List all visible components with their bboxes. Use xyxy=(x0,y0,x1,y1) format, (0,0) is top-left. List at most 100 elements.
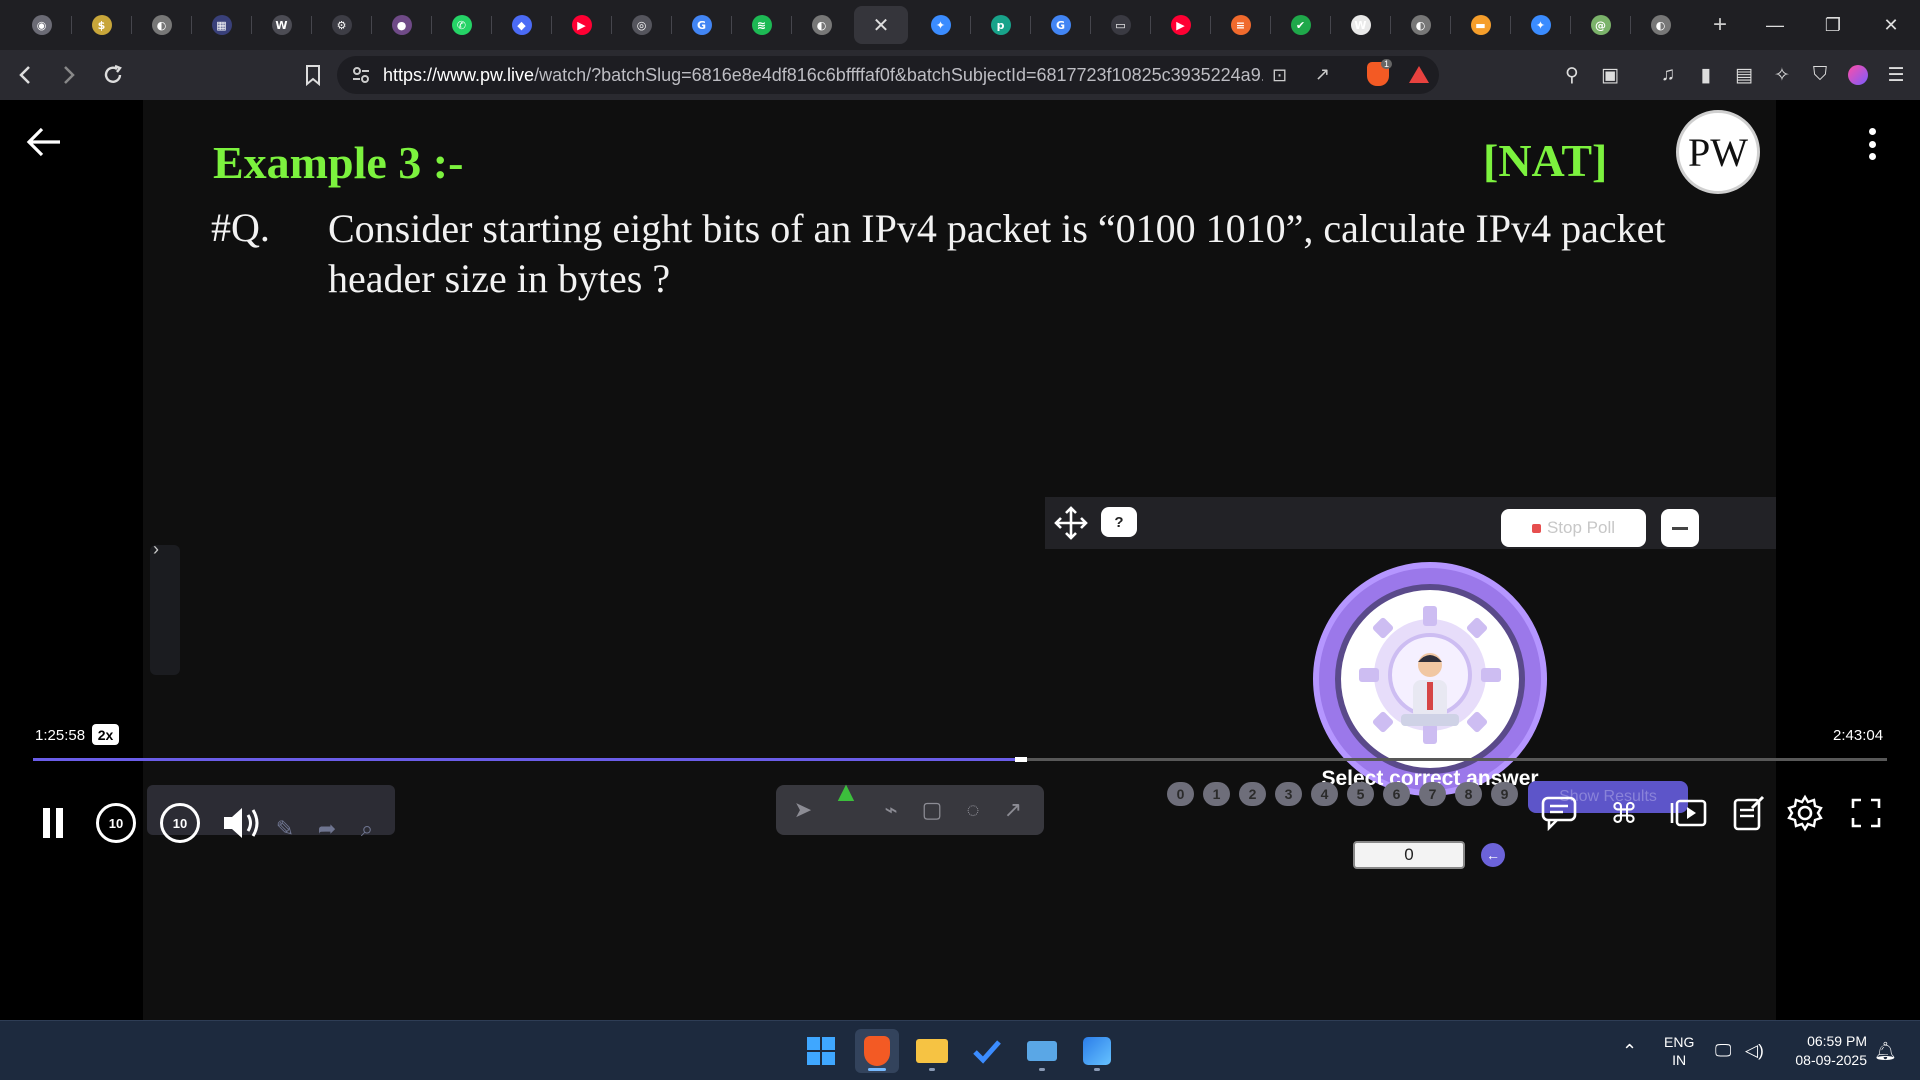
media-icon[interactable]: ♫ xyxy=(1654,58,1682,92)
keyboard-app-icon[interactable] xyxy=(1020,1029,1064,1073)
bookmark-icon[interactable] xyxy=(294,56,332,94)
browser-tab[interactable]: ◐ xyxy=(792,6,851,44)
translate-icon[interactable]: ⌘ xyxy=(1603,792,1645,834)
volume-icon[interactable] xyxy=(220,800,264,846)
clock[interactable]: 06:59 PM 08-09-2025 xyxy=(1783,1021,1867,1080)
notes-icon[interactable] xyxy=(1728,792,1770,834)
picture-in-picture-icon[interactable] xyxy=(1668,792,1710,834)
minimize-poll-button[interactable] xyxy=(1661,509,1699,547)
digit-key[interactable]: 2 xyxy=(1239,782,1266,806)
pause-button[interactable] xyxy=(38,800,68,846)
browser-tab[interactable]: ● xyxy=(372,6,431,44)
start-button[interactable] xyxy=(799,1029,843,1073)
active-tab[interactable]: ✕ xyxy=(854,6,908,44)
browser-tab[interactable]: p xyxy=(971,6,1030,44)
share-icon[interactable]: ↗ xyxy=(1315,64,1330,85)
browser-tab[interactable]: ✦ xyxy=(911,6,970,44)
back-button[interactable] xyxy=(6,56,44,94)
vpn-icon[interactable]: ⛉ xyxy=(1806,58,1834,92)
browser-tab[interactable]: ✆ xyxy=(432,6,491,44)
language-indicator[interactable]: ENG IN xyxy=(1664,1021,1694,1080)
move-icon[interactable] xyxy=(1053,505,1089,541)
stop-poll-button[interactable]: Stop Poll xyxy=(1501,509,1646,547)
sidebar-icon[interactable]: ▮ xyxy=(1692,58,1720,92)
speaker-icon[interactable]: ◁) xyxy=(1745,1021,1764,1080)
browser-tab[interactable]: G xyxy=(1031,6,1090,44)
show-hidden-icons[interactable]: ⌃ xyxy=(1622,1021,1637,1080)
cast-icon[interactable]: ⊡ xyxy=(1272,65,1287,86)
video-player[interactable]: Example 3 :- [NAT] PW #Q. Consider start… xyxy=(0,100,1920,1020)
file-explorer-icon[interactable] xyxy=(910,1029,954,1073)
browser-tab[interactable]: ≋ xyxy=(732,6,791,44)
digit-key[interactable]: 4 xyxy=(1311,782,1338,806)
digit-key[interactable]: 3 xyxy=(1275,782,1302,806)
help-bubble[interactable]: ? xyxy=(1101,507,1137,537)
more-options-icon[interactable] xyxy=(1862,122,1882,166)
new-tab-button[interactable]: + xyxy=(1700,6,1740,44)
settings-gear-icon[interactable] xyxy=(1784,792,1826,834)
seek-bar-thumb[interactable] xyxy=(1014,757,1027,762)
browser-tab[interactable]: @ xyxy=(1571,6,1630,44)
digit-key[interactable]: 8 xyxy=(1455,782,1482,806)
digit-key[interactable]: 0 xyxy=(1167,782,1194,806)
network-icon[interactable]: 🖵 xyxy=(1715,1021,1731,1080)
site-settings-icon[interactable] xyxy=(351,65,371,90)
fullscreen-icon[interactable] xyxy=(1845,792,1887,834)
browser-tab[interactable]: ⚙ xyxy=(312,6,371,44)
line-tool-icon[interactable]: ↗ xyxy=(998,795,1028,825)
browser-tab[interactable]: ▬ xyxy=(1451,6,1510,44)
submit-answer-button[interactable]: ← xyxy=(1481,843,1505,867)
browser-tab[interactable]: ◉ xyxy=(12,6,71,44)
browser-tab[interactable]: ✔ xyxy=(1271,6,1330,44)
leo-ai-icon[interactable]: ✧ xyxy=(1768,58,1796,92)
browser-tab[interactable]: ≡ xyxy=(1211,6,1270,44)
playback-speed-badge[interactable]: 2x xyxy=(92,724,119,745)
reload-button[interactable] xyxy=(94,56,132,94)
highlighter-tool-icon[interactable]: ▲ xyxy=(831,776,861,807)
forward-10-button[interactable]: 10 xyxy=(160,803,200,843)
digit-key[interactable]: 1 xyxy=(1203,782,1230,806)
extensions-icon[interactable]: ⚲ xyxy=(1558,58,1586,92)
browser-tab[interactable]: ▶ xyxy=(1151,6,1210,44)
reader-mode-icon[interactable]: ▣ xyxy=(1596,58,1624,92)
digit-key[interactable]: 6 xyxy=(1383,782,1410,806)
back-arrow-icon[interactable] xyxy=(22,120,66,164)
browser-tab[interactable]: ▦ xyxy=(192,6,251,44)
notifications-bell-icon[interactable]: 🔔︎ xyxy=(1874,1021,1897,1080)
eraser-tool-icon[interactable]: ⌁ xyxy=(876,795,906,825)
rectangle-tool-icon[interactable]: ▢ xyxy=(917,795,947,825)
digit-key[interactable]: 5 xyxy=(1347,782,1374,806)
rewind-10-button[interactable]: 10 xyxy=(96,803,136,843)
side-panel-handle[interactable]: › xyxy=(150,539,180,675)
browser-tab[interactable]: ◐ xyxy=(1391,6,1450,44)
photos-app-icon[interactable] xyxy=(1075,1029,1119,1073)
browser-tab[interactable]: ▭ xyxy=(1091,6,1150,44)
menu-icon[interactable]: ☰ xyxy=(1882,58,1910,92)
digit-key[interactable]: 9 xyxy=(1491,782,1518,806)
browser-tab[interactable]: ◐ xyxy=(132,6,191,44)
todo-app-icon[interactable] xyxy=(965,1029,1009,1073)
minimize-window-button[interactable]: — xyxy=(1746,0,1804,50)
seek-bar[interactable] xyxy=(33,757,1887,762)
browser-tab[interactable]: G xyxy=(672,6,731,44)
address-bar[interactable]: https://www.pw.live/watch/?batchSlug=681… xyxy=(337,56,1439,94)
digit-key[interactable]: 7 xyxy=(1419,782,1446,806)
arrow-tool-icon[interactable]: ➦ xyxy=(312,806,342,852)
browser-tab[interactable]: ▶ xyxy=(552,6,611,44)
cursor-tool-icon[interactable]: ➤ xyxy=(788,795,818,825)
zoom-tool-icon[interactable]: ⌕ xyxy=(352,806,382,852)
browser-tab[interactable]: $ xyxy=(72,6,131,44)
profile-avatar[interactable] xyxy=(1844,58,1872,92)
forward-button[interactable] xyxy=(50,56,88,94)
browser-tab[interactable]: ✦ xyxy=(1511,6,1570,44)
wallet-icon[interactable]: ▤ xyxy=(1730,58,1758,92)
browser-tab[interactable]: ◆ xyxy=(492,6,551,44)
restore-window-button[interactable]: ❐ xyxy=(1804,0,1862,50)
chat-icon[interactable] xyxy=(1538,792,1580,834)
lasso-tool-icon[interactable]: ◌ xyxy=(958,795,988,825)
browser-tab[interactable]: ◐ xyxy=(1631,6,1690,44)
pen-tool-icon[interactable]: ✎ xyxy=(270,806,300,852)
url-text[interactable]: https://www.pw.live/watch/?batchSlug=681… xyxy=(383,65,1263,86)
close-window-button[interactable]: ✕ xyxy=(1862,0,1920,50)
brave-rewards-icon[interactable] xyxy=(1409,66,1429,83)
